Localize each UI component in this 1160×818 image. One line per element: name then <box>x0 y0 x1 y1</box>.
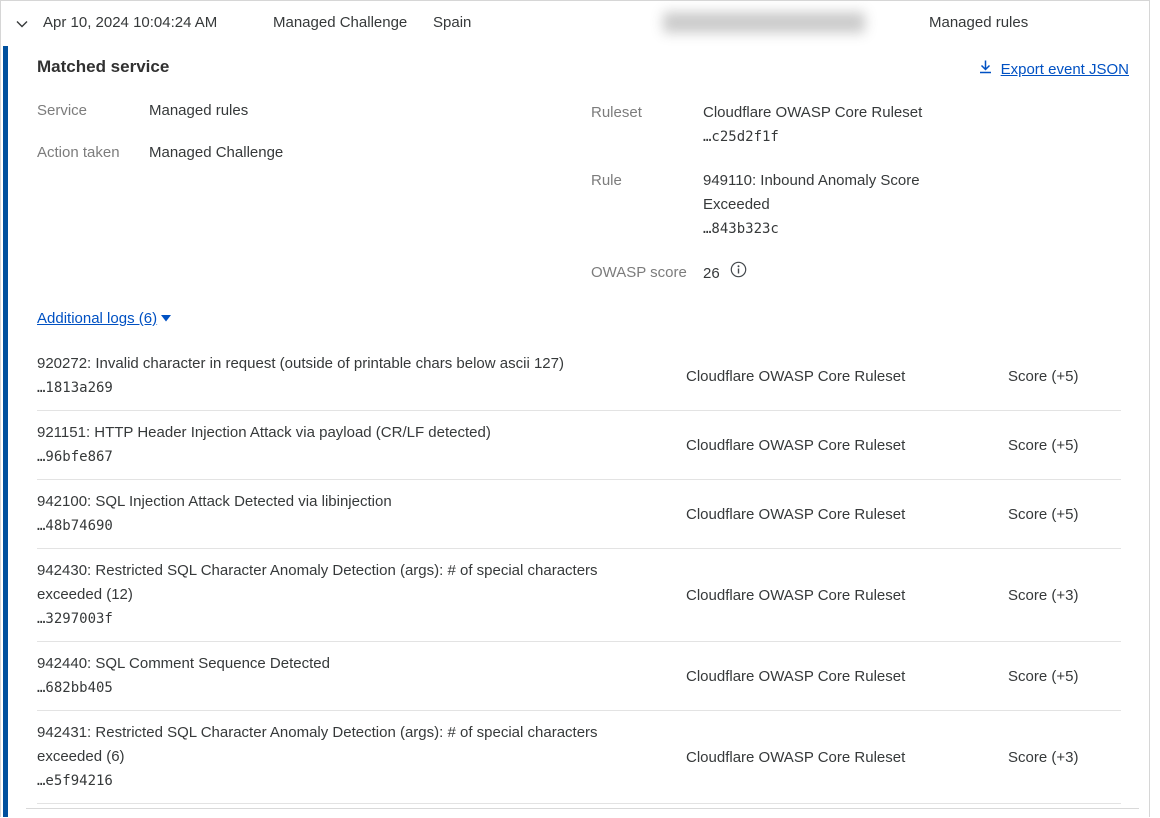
rule-field: Rule 949110: Inbound Anomaly Score Excee… <box>591 169 943 241</box>
log-score: Score (+5) <box>1008 668 1121 685</box>
log-score: Score (+5) <box>1008 437 1121 454</box>
ruleset-name: Cloudflare OWASP Core Ruleset <box>703 104 922 121</box>
event-country: Spain <box>433 14 471 31</box>
panel-title: Matched service <box>37 57 169 77</box>
log-rule-title: 920272: Invalid character in request (ou… <box>37 352 637 376</box>
log-rule-id: …3297003f <box>37 607 661 631</box>
info-icon[interactable] <box>730 261 747 286</box>
log-ruleset: Cloudflare OWASP Core Ruleset <box>661 749 1008 766</box>
log-rule-id: …1813a269 <box>37 376 661 400</box>
event-action: Managed Challenge <box>273 14 407 31</box>
action-taken-field: Action taken Managed Challenge <box>37 143 283 163</box>
log-rule-title: 942440: SQL Comment Sequence Detected <box>37 652 637 676</box>
owasp-score-field: OWASP score 26 <box>591 261 943 286</box>
service-field: Service Managed rules <box>37 101 283 121</box>
service-label: Service <box>37 101 149 121</box>
log-rule-title: 921151: HTTP Header Injection Attack via… <box>37 421 637 445</box>
service-value: Managed rules <box>149 101 248 121</box>
log-row: 920272: Invalid character in request (ou… <box>37 342 1121 411</box>
log-ruleset: Cloudflare OWASP Core Ruleset <box>661 587 1008 604</box>
log-score: Score (+5) <box>1008 506 1121 523</box>
ruleset-field: Ruleset Cloudflare OWASP Core Ruleset …c… <box>591 101 943 149</box>
additional-logs-label: Additional logs (6) <box>37 310 157 327</box>
log-row: 942430: Restricted SQL Character Anomaly… <box>37 549 1121 642</box>
log-rule-title: 942431: Restricted SQL Character Anomaly… <box>37 721 637 769</box>
log-ruleset: Cloudflare OWASP Core Ruleset <box>661 668 1008 685</box>
rule-id: …843b323c <box>703 221 779 237</box>
event-summary-row[interactable]: Apr 10, 2024 10:04:24 AM Managed Challen… <box>1 1 1149 46</box>
export-event-json-label: Export event JSON <box>1001 61 1129 78</box>
log-rule-id: …96bfe867 <box>37 445 661 469</box>
owasp-score-label: OWASP score <box>591 261 703 286</box>
owasp-score-value: 26 <box>703 262 720 286</box>
log-rule-id: …e5f94216 <box>37 769 661 793</box>
ruleset-label: Ruleset <box>591 101 703 149</box>
log-ruleset: Cloudflare OWASP Core Ruleset <box>661 368 1008 385</box>
log-row: 921151: HTTP Header Injection Attack via… <box>37 411 1121 480</box>
event-timestamp: Apr 10, 2024 10:04:24 AM <box>43 14 217 31</box>
event-service: Managed rules <box>929 14 1028 31</box>
chevron-down-icon[interactable] <box>14 16 30 32</box>
rule-name: 949110: Inbound Anomaly Score Exceeded <box>703 172 920 213</box>
export-event-json-link[interactable]: Export event JSON <box>978 59 1129 79</box>
ruleset-id: …c25d2f1f <box>703 129 779 145</box>
service-fields: Service Managed rules Action taken Manag… <box>37 101 283 185</box>
next-row-divider <box>26 808 1139 809</box>
redacted-value <box>663 12 865 33</box>
log-row: 942100: SQL Injection Attack Detected vi… <box>37 480 1121 549</box>
log-score: Score (+3) <box>1008 749 1121 766</box>
log-ruleset: Cloudflare OWASP Core Ruleset <box>661 506 1008 523</box>
log-rule-id: …682bb405 <box>37 676 661 700</box>
log-rule-title: 942100: SQL Injection Attack Detected vi… <box>37 490 637 514</box>
additional-logs-table: 920272: Invalid character in request (ou… <box>37 342 1121 804</box>
action-taken-value: Managed Challenge <box>149 143 283 163</box>
accent-bar <box>3 46 8 817</box>
event-detail-panel: Matched service Export event JSON Servic… <box>1 46 1149 817</box>
firewall-event-expanded-row: Apr 10, 2024 10:04:24 AM Managed Challen… <box>0 0 1150 817</box>
log-rule-title: 942430: Restricted SQL Character Anomaly… <box>37 559 637 607</box>
ruleset-fields: Ruleset Cloudflare OWASP Core Ruleset …c… <box>591 101 943 286</box>
log-row: 942440: SQL Comment Sequence Detected …6… <box>37 642 1121 711</box>
log-score: Score (+5) <box>1008 368 1121 385</box>
download-icon <box>978 59 993 79</box>
log-rule-id: …48b74690 <box>37 514 661 538</box>
log-row: 942431: Restricted SQL Character Anomaly… <box>37 711 1121 804</box>
log-score: Score (+3) <box>1008 587 1121 604</box>
log-ruleset: Cloudflare OWASP Core Ruleset <box>661 437 1008 454</box>
caret-down-icon <box>160 310 172 327</box>
action-taken-label: Action taken <box>37 143 149 163</box>
additional-logs-toggle[interactable]: Additional logs (6) <box>37 310 172 327</box>
rule-label: Rule <box>591 169 703 241</box>
